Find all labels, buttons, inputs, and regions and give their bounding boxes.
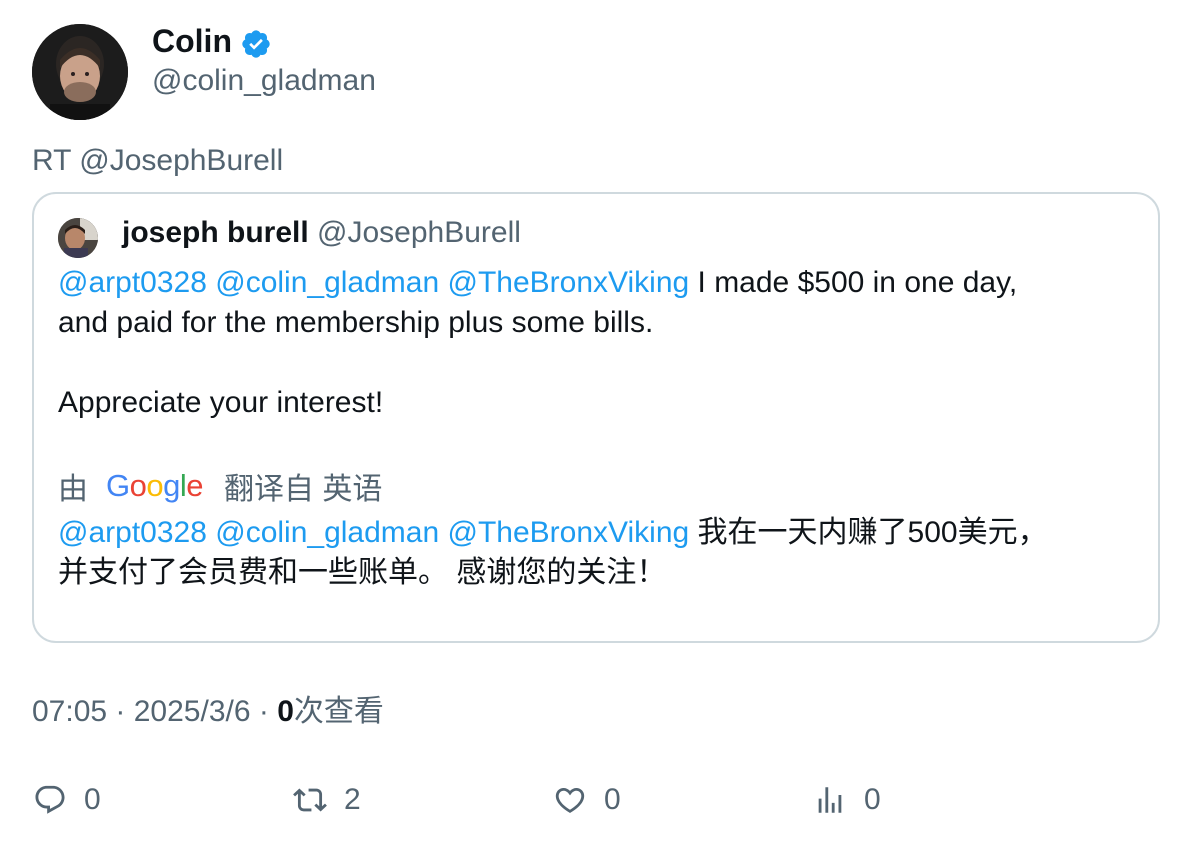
meta-separator: ·	[107, 695, 134, 728]
quoted-text: I made $500 in one day,	[689, 266, 1018, 299]
retweet-button[interactable]: 2	[292, 778, 361, 822]
reply-count: 0	[84, 783, 101, 816]
mention-link[interactable]: @colin_gladman	[215, 266, 439, 299]
quoted-text-line-2: and paid for the membership plus some bi…	[58, 306, 654, 339]
views-action-count: 0	[864, 783, 881, 816]
reply-button[interactable]: 0	[32, 778, 101, 822]
mention-link[interactable]: @arpt0328	[58, 516, 207, 549]
quoted-author-name[interactable]: joseph burell	[122, 216, 309, 249]
meta-separator: ·	[250, 695, 278, 728]
quoted-author-avatar[interactable]	[58, 218, 98, 258]
reply-icon	[32, 782, 68, 818]
retweet-icon	[292, 782, 328, 818]
analytics-icon	[812, 782, 848, 818]
translated-from-label[interactable]: 翻译自 英语	[224, 464, 382, 508]
views-label: 次查看	[293, 695, 384, 728]
svg-text:Google: Google	[106, 469, 203, 503]
like-button[interactable]: 0	[552, 778, 621, 822]
translated-text-line-1: @arpt0328 @colin_gladman @TheBronxViking…	[58, 513, 1148, 553]
heart-icon	[552, 782, 588, 818]
mention-link[interactable]: @TheBronxViking	[448, 266, 690, 299]
retweet-prefix: RT @JosephBurell	[32, 144, 284, 177]
quoted-author-handle[interactable]: @JosephBurell	[317, 216, 521, 249]
quoted-author-header: joseph burell @JosephBurell	[122, 213, 521, 253]
translated-by-label: 由	[58, 473, 88, 506]
quoted-text-line-1: @arpt0328 @colin_gladman @TheBronxViking…	[58, 263, 1148, 303]
tweet-meta: 07:05 · 2025/3/6 · 0次查看	[32, 692, 384, 732]
google-logo-icon: Google	[106, 469, 204, 503]
tweet-date[interactable]: 2025/3/6	[134, 695, 251, 728]
quoted-text-line-3: Appreciate your interest!	[58, 386, 384, 419]
translation-attribution: 由 Google 翻译自 英语	[58, 465, 382, 507]
mention-link[interactable]: @colin_gladman	[215, 516, 439, 549]
like-count: 0	[604, 783, 621, 816]
translated-text-line-2: 并支付了会员费和一些账单。 感谢您的关注！	[58, 556, 667, 589]
verified-badge-icon	[240, 28, 272, 60]
mention-link[interactable]: @arpt0328	[58, 266, 207, 299]
mention-link[interactable]: @TheBronxViking	[448, 516, 690, 549]
translated-text: 我在一天内赚了500美元，	[689, 516, 1048, 549]
author-name[interactable]: Colin	[152, 22, 232, 60]
retweet-count: 2	[344, 783, 361, 816]
author-avatar[interactable]	[32, 24, 128, 120]
tweet-time[interactable]: 07:05	[32, 695, 107, 728]
views-count: 0	[277, 695, 294, 728]
author-handle[interactable]: @colin_gladman	[152, 62, 376, 100]
views-button[interactable]: 0	[812, 778, 881, 822]
